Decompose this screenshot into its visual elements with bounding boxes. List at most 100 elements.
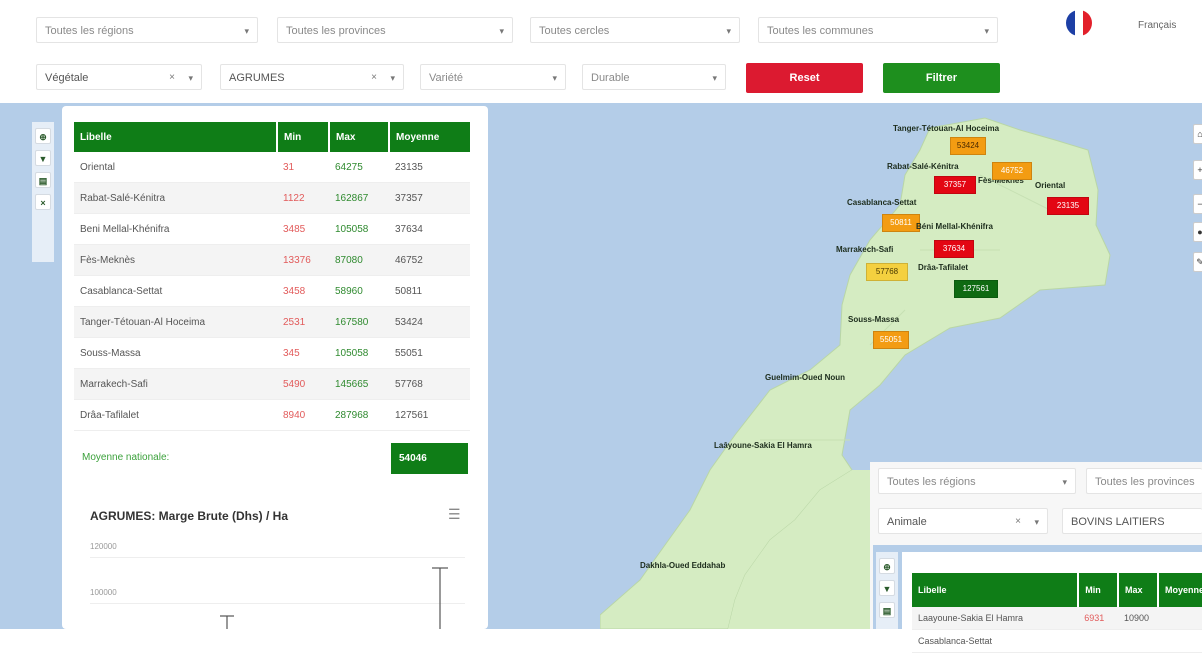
table-row[interactable]: Tanger-Tétouan-Al Hoceima 2531 167580 53424 — [74, 306, 470, 338]
commune-select[interactable]: Toutes les communes ▾ — [758, 17, 998, 43]
layers-icon[interactable]: ● — [1193, 222, 1202, 242]
chevron-down-icon: ▾ — [499, 26, 504, 36]
filter-button[interactable]: Filtrer — [883, 63, 1000, 93]
col-moyenne[interactable]: Moyenne — [1157, 573, 1202, 607]
table-row[interactable]: Drâa-Tafilalet 8940 287968 127561 — [74, 399, 470, 431]
map-badge-souss[interactable]: 55051 — [873, 331, 909, 349]
table-row[interactable]: Marrakech-Safi 5490 145665 57768 — [74, 368, 470, 400]
cell-max: 10900 — [1118, 607, 1158, 630]
cell-libelle: Casablanca-Settat — [74, 275, 277, 307]
cell-min: 8940 — [277, 399, 329, 431]
col-max[interactable]: Max — [329, 122, 390, 152]
cell-min: 3458 — [277, 275, 329, 307]
add-icon[interactable]: ⊕ — [35, 128, 51, 144]
map-badge-rabat[interactable]: 37357 — [934, 176, 976, 194]
cell-max: 105058 — [329, 213, 389, 245]
map-label-oriental: Oriental — [1035, 181, 1066, 190]
region-select[interactable]: Toutes les régions ▾ — [36, 17, 258, 43]
clear-icon[interactable]: × — [371, 65, 377, 91]
cell-max: 64275 — [329, 152, 389, 183]
col-moyenne[interactable]: Moyenne — [389, 122, 470, 152]
table-row[interactable]: Oriental 31 64275 23135 — [74, 152, 470, 183]
close-icon[interactable]: × — [35, 194, 51, 210]
col-libelle[interactable]: Libelle — [74, 122, 278, 152]
zoom-in-button[interactable]: + — [1193, 160, 1202, 180]
col-max[interactable]: Max — [1118, 573, 1159, 607]
cell-max: 145665 — [329, 368, 389, 400]
cell-moyenne: 57768 — [389, 368, 470, 400]
cell-libelle: Oriental — [74, 152, 277, 183]
cell-max: 58960 — [329, 275, 389, 307]
cell-moyenne: 46752 — [389, 244, 470, 276]
table-row[interactable]: Casablanca-Settat 3458 58960 50811 — [74, 275, 470, 307]
map-badge-benimellal[interactable]: 37634 — [934, 240, 974, 258]
table-header-row: Libelle Min Max Moyenne — [912, 573, 1202, 607]
map-label-rabat: Rabat-Salé-Kénitra — [887, 162, 959, 171]
map-badge-marrakech[interactable]: 57768 — [866, 263, 908, 281]
table-row[interactable]: Beni Mellal-Khénifra 3485 105058 37634 — [74, 213, 470, 245]
national-average-value: 54046 — [391, 443, 468, 474]
map-badge-fes[interactable]: 46752 — [992, 162, 1032, 180]
map-badge-draa[interactable]: 127561 — [954, 280, 998, 298]
chevron-down-icon: ▾ — [726, 26, 731, 36]
chevron-down-icon: ▾ — [188, 73, 193, 83]
col-min[interactable]: Min — [277, 122, 330, 152]
cercle-select[interactable]: Toutes cercles ▾ — [530, 17, 740, 43]
cell-min — [1078, 629, 1119, 653]
product-select[interactable]: AGRUMES × ▾ — [220, 64, 404, 90]
secondary-province-select[interactable]: Toutes les provinces — [1086, 468, 1202, 494]
add-icon[interactable]: ⊕ — [879, 558, 895, 574]
cell-max — [1118, 629, 1158, 653]
table-row[interactable]: Rabat-Salé-Kénitra 1122 162867 37357 — [74, 182, 470, 214]
col-min[interactable]: Min — [1078, 573, 1120, 607]
cell-min: 345 — [277, 337, 329, 369]
cell-max: 167580 — [329, 306, 389, 338]
cell-libelle: Beni Mellal-Khénifra — [74, 213, 277, 245]
language-label[interactable]: Français — [1138, 20, 1176, 31]
secondary-product-select[interactable]: BOVINS LAITIERS — [1062, 508, 1202, 534]
french-flag-icon[interactable] — [1064, 8, 1094, 38]
cell-moyenne: 37634 — [389, 213, 470, 245]
chevron-down-icon: ▾ — [712, 73, 717, 83]
table-row[interactable]: Fès-Meknès 13376 87080 46752 — [74, 244, 470, 276]
cell-libelle: Laayoune-Sakia El Hamra — [912, 607, 1079, 630]
filter-icon[interactable]: ▼ — [879, 580, 895, 596]
clear-icon[interactable]: × — [1015, 509, 1021, 535]
edit-icon[interactable]: ✎ — [1193, 252, 1202, 272]
secondary-category-select[interactable]: Animale × ▾ — [878, 508, 1048, 534]
variety-select[interactable]: Variété ▾ — [420, 64, 566, 90]
y-tick: 100000 — [90, 588, 117, 597]
category-select[interactable]: Végétale × ▾ — [36, 64, 202, 90]
zoom-out-button[interactable]: − — [1193, 194, 1202, 214]
reset-button[interactable]: Reset — [746, 63, 863, 93]
secondary-region-select[interactable]: Toutes les régions ▾ — [878, 468, 1076, 494]
map-badge-tanger[interactable]: 53424 — [950, 137, 986, 155]
cell-moyenne: 50811 — [389, 275, 470, 307]
clear-icon[interactable]: × — [169, 65, 175, 91]
col-libelle[interactable]: Libelle — [912, 573, 1080, 607]
cell-moyenne: 37357 — [389, 182, 470, 214]
map-badge-oriental[interactable]: 23135 — [1047, 197, 1089, 215]
chevron-down-icon: ▾ — [1034, 517, 1039, 527]
table-icon[interactable]: ▤ — [879, 602, 895, 618]
map-badge-casablanca[interactable]: 50811 — [882, 214, 920, 232]
table-row[interactable]: Souss-Massa 345 105058 55051 — [74, 337, 470, 369]
chart-plot — [220, 567, 448, 629]
home-icon[interactable]: ⌂ — [1193, 124, 1202, 144]
chevron-down-icon: ▾ — [390, 73, 395, 83]
hamburger-icon[interactable]: ☰ — [448, 506, 461, 523]
map-label-souss: Souss-Massa — [848, 315, 900, 324]
cell-libelle: Souss-Massa — [74, 337, 277, 369]
table-row[interactable]: Casablanca-Settat — [912, 629, 1202, 653]
province-select[interactable]: Toutes les provinces ▾ — [277, 17, 513, 43]
cell-min: 31 — [277, 152, 329, 183]
cell-moyenne: 53424 — [389, 306, 470, 338]
durable-select[interactable]: Durable ▾ — [582, 64, 726, 90]
table-icon[interactable]: ▤ — [35, 172, 51, 188]
table-row[interactable]: Laayoune-Sakia El Hamra 6931 10900 — [912, 607, 1202, 630]
cell-max: 105058 — [329, 337, 389, 369]
filter-icon[interactable]: ▼ — [35, 150, 51, 166]
grid-line — [90, 557, 465, 558]
chevron-down-icon: ▾ — [1062, 477, 1067, 487]
cell-max: 287968 — [329, 399, 389, 431]
